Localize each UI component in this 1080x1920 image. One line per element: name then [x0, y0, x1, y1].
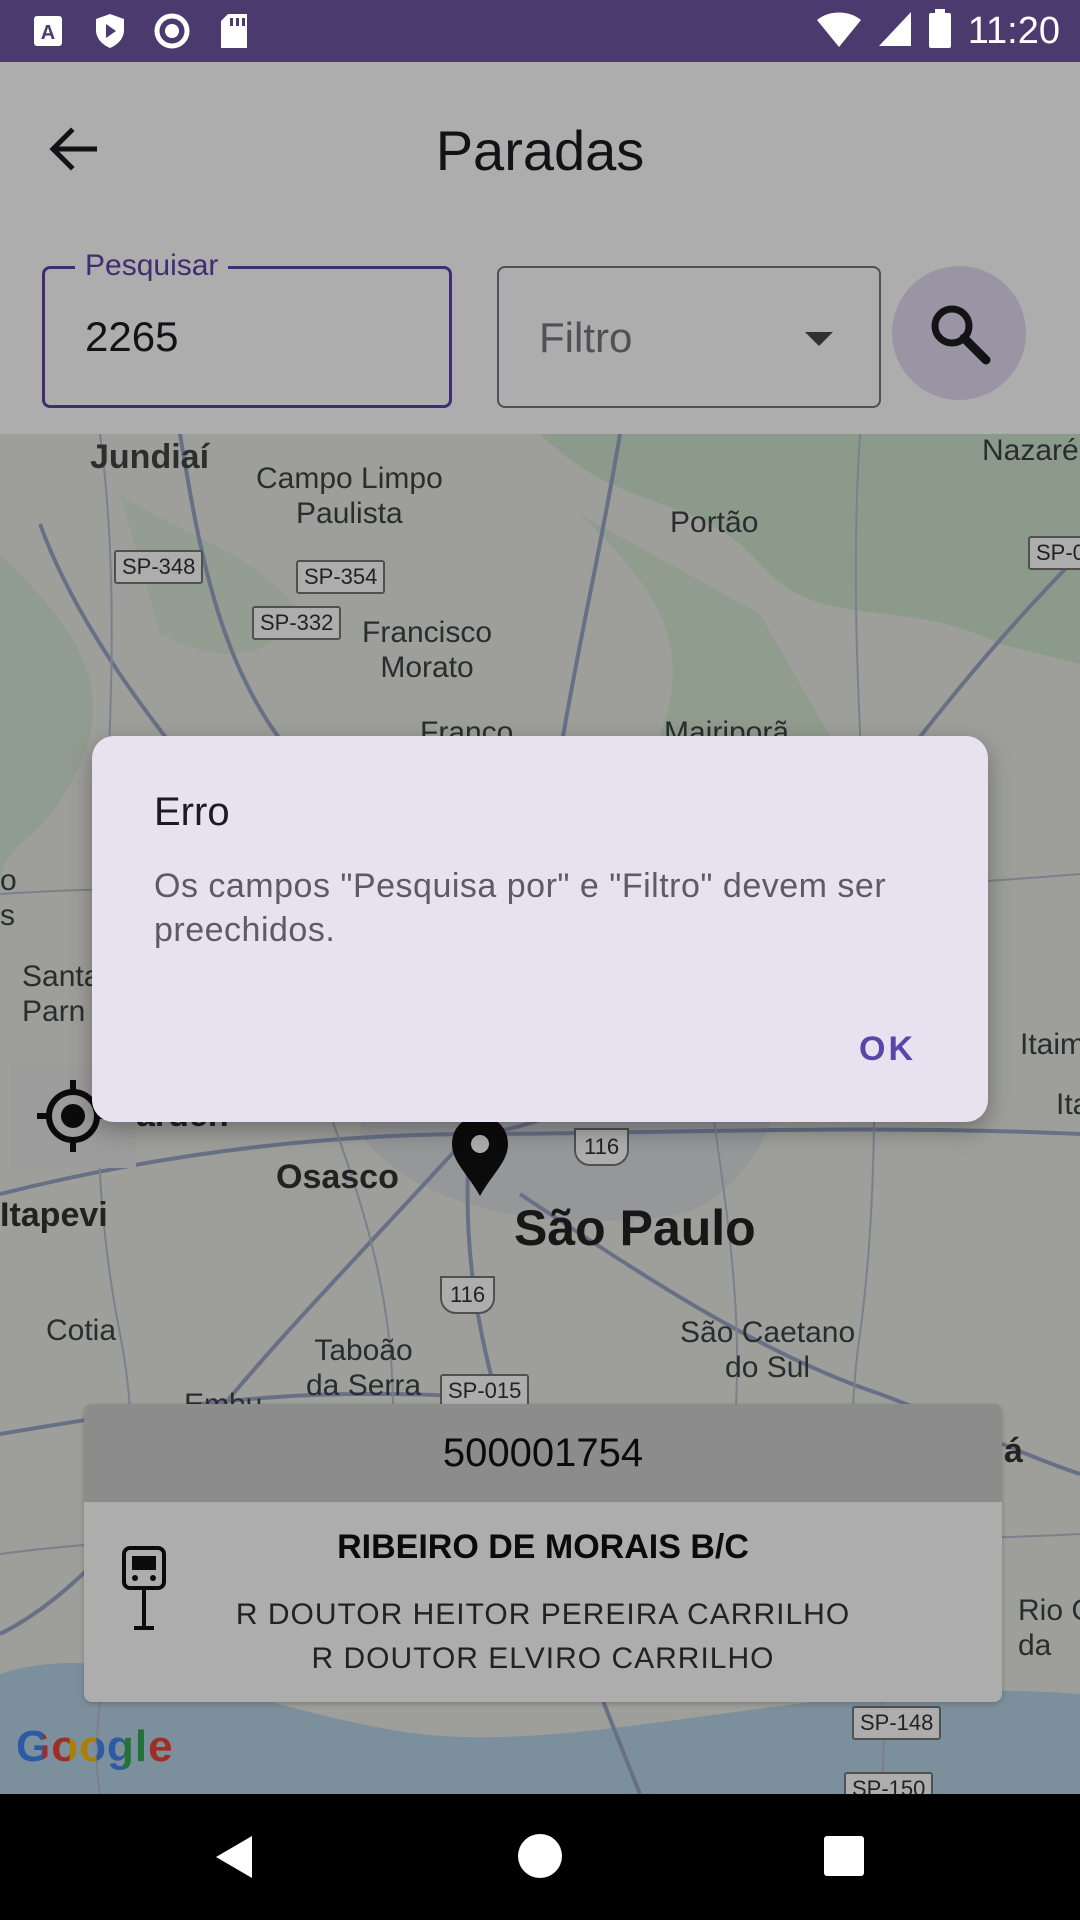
- app-notification-icon: A: [30, 13, 66, 49]
- play-protect-icon: [92, 13, 128, 49]
- record-icon: [154, 13, 190, 49]
- navigation-bar: [0, 1794, 1080, 1920]
- svg-text:A: A: [41, 22, 55, 44]
- status-bar: A 11:20: [0, 0, 1080, 62]
- wifi-icon: [816, 10, 862, 53]
- status-time: 11:20: [967, 9, 1060, 52]
- signal-icon: [878, 11, 912, 52]
- error-dialog: Erro Os campos "Pesquisa por" e "Filtro"…: [92, 736, 988, 1122]
- dialog-title: Erro: [154, 790, 230, 834]
- ok-button[interactable]: OK: [859, 1030, 916, 1069]
- nav-home-icon[interactable]: [518, 1834, 562, 1878]
- dialog-message: Os campos "Pesquisa por" e "Filtro" deve…: [154, 867, 887, 949]
- nav-recents-icon[interactable]: [824, 1836, 864, 1876]
- battery-icon: [928, 8, 952, 54]
- nav-back-icon[interactable]: [214, 1834, 254, 1885]
- sd-card-icon: [216, 13, 252, 49]
